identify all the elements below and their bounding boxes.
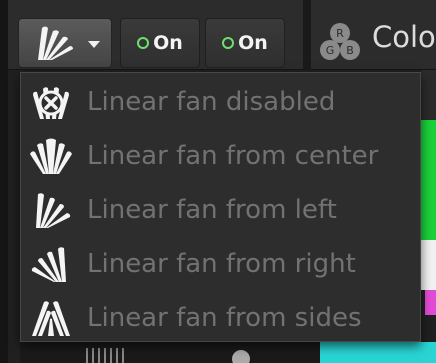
fan-from-right-icon xyxy=(31,247,66,282)
background-panel xyxy=(421,70,436,120)
rgb-color-icon: R G B xyxy=(320,23,360,60)
menu-item-label: Linear fan from left xyxy=(87,195,337,225)
fan-from-center-icon xyxy=(30,138,72,174)
background-bottom-strip xyxy=(20,342,320,363)
fan-from-sides-icon xyxy=(32,301,70,336)
background-cyan-swatch xyxy=(320,342,436,363)
background-green-swatch xyxy=(421,120,436,240)
background-magenta-swatch xyxy=(425,290,436,315)
status-on-icon xyxy=(222,37,235,49)
rgb-letter-g: G xyxy=(326,44,335,57)
fan-from-left-icon xyxy=(38,26,73,60)
fan-disabled-icon xyxy=(33,87,69,119)
left-edge xyxy=(0,0,8,363)
toolbar: On On R G B Colo xyxy=(0,0,436,70)
menu-item-fan-from-left[interactable]: Linear fan from left xyxy=(21,183,420,237)
menu-item-label: Linear fan from right xyxy=(87,249,356,279)
rgb-letter-b: B xyxy=(346,44,354,57)
toggle-on-button-2[interactable]: On xyxy=(205,18,285,68)
menu-item-label: Linear fan from center xyxy=(87,141,379,171)
background-white-swatch xyxy=(421,240,436,290)
toggle-label: On xyxy=(238,32,268,54)
status-on-icon xyxy=(137,37,150,49)
menu-item-fan-from-center[interactable]: Linear fan from center xyxy=(21,129,420,183)
background-knob xyxy=(232,350,250,363)
toolbar-divider xyxy=(303,0,311,70)
fan-mode-dropdown-button[interactable] xyxy=(18,18,112,68)
app-window: On On R G B Colo Linear fan disabled Lin… xyxy=(0,0,436,363)
fan-mode-menu: Linear fan disabled Linear fan from cent… xyxy=(20,72,421,342)
rgb-letter-r: R xyxy=(336,27,344,40)
menu-item-fan-from-sides[interactable]: Linear fan from sides xyxy=(21,291,420,345)
color-tab-label[interactable]: Colo xyxy=(372,20,436,54)
background-ticks xyxy=(86,348,126,363)
menu-item-fan-from-right[interactable]: Linear fan from right xyxy=(21,237,420,291)
menu-item-fan-disabled[interactable]: Linear fan disabled xyxy=(21,75,420,129)
fan-from-left-icon xyxy=(36,193,71,228)
menu-item-label: Linear fan disabled xyxy=(87,87,336,117)
chevron-down-icon xyxy=(88,40,100,48)
menu-item-label: Linear fan from sides xyxy=(87,303,362,333)
toggle-label: On xyxy=(153,32,183,54)
toggle-on-button-1[interactable]: On xyxy=(120,18,200,68)
